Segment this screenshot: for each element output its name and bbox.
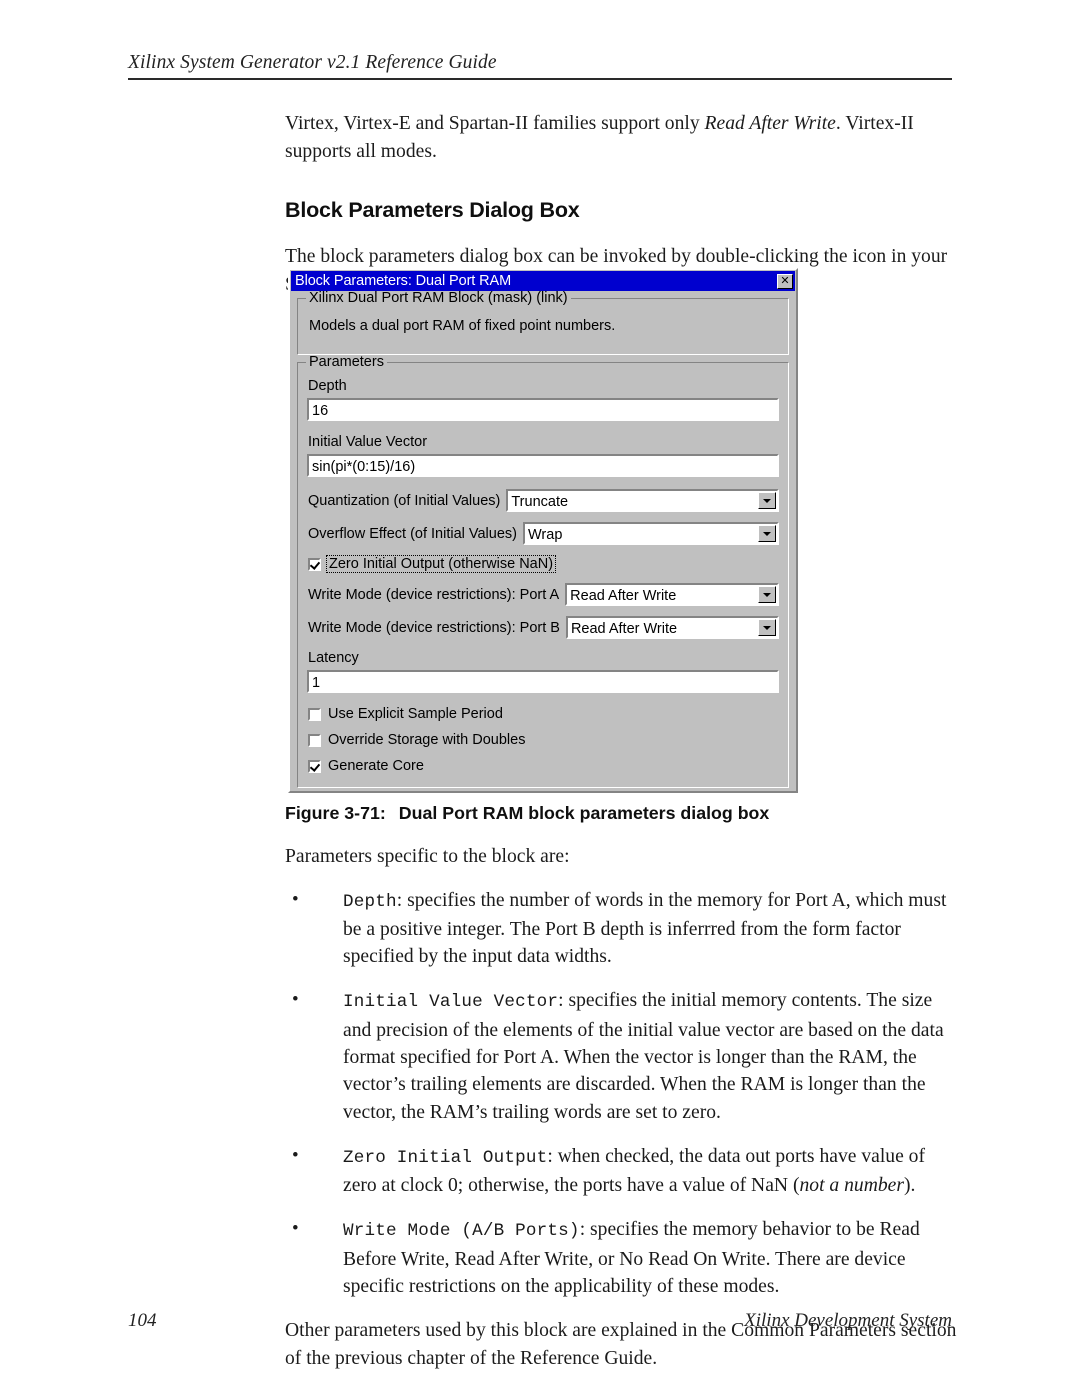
latency-input[interactable]: 1 — [307, 670, 779, 693]
header-rule — [128, 78, 952, 80]
intro-emphasis: Read After Write — [704, 113, 836, 134]
use-explicit-sample-period-row[interactable]: Use Explicit Sample Period — [307, 706, 779, 722]
chevron-down-icon[interactable] — [758, 619, 776, 636]
overflow-label: Overflow Effect (of Initial Values) — [308, 525, 517, 542]
quantization-value: Truncate — [511, 494, 569, 510]
write-mode-port-b-row: Write Mode (device restrictions): Port B… — [307, 616, 779, 639]
bullet-icon: • — [292, 888, 299, 910]
use-explicit-sample-period-label: Use Explicit Sample Period — [328, 706, 503, 722]
zero-initial-output-checkbox[interactable] — [308, 557, 321, 571]
depth-label: Depth — [308, 378, 347, 394]
overflow-row: Overflow Effect (of Initial Values) Wrap — [307, 522, 779, 545]
mask-description-text: Models a dual port RAM of fixed point nu… — [309, 318, 616, 334]
use-explicit-sample-period-checkbox[interactable] — [308, 707, 321, 721]
override-storage-with-doubles-label: Override Storage with Doubles — [328, 732, 526, 748]
quantization-label: Quantization (of Initial Values) — [308, 492, 501, 509]
parameter-list: • Depth: specifies the number of words i… — [285, 887, 957, 1301]
page-number: 104 — [128, 1310, 157, 1331]
list-item: • Initial Value Vector: specifies the in… — [285, 987, 957, 1125]
parameters-group-legend: Parameters — [306, 355, 387, 370]
running-header-title: Xilinx System Generator v2.1 Reference G… — [128, 52, 497, 73]
overflow-value: Wrap — [528, 527, 563, 543]
footer-system-name: Xilinx Development System — [744, 1310, 952, 1331]
bullet-icon: • — [292, 1144, 299, 1166]
generate-core-label: Generate Core — [328, 758, 424, 774]
initial-value-vector-label: Initial Value Vector — [308, 434, 428, 450]
list-item-code: Zero Initial Output — [343, 1147, 548, 1168]
overflow-select[interactable]: Wrap — [523, 522, 779, 545]
figure-caption: Figure 3-71: Dual Port RAM block paramete… — [285, 803, 957, 824]
zero-initial-output-label: Zero Initial Output (otherwise NaN) — [326, 555, 557, 573]
figure-number: Figure 3-71: — [285, 803, 386, 823]
zero-initial-output-row[interactable]: Zero Initial Output (otherwise NaN) — [307, 555, 779, 573]
write-mode-port-a-value: Read After Write — [570, 588, 677, 604]
figure-and-list-block: Figure 3-71: Dual Port RAM block paramete… — [285, 803, 957, 1372]
write-mode-port-b-label: Write Mode (device restrictions): Port B — [308, 619, 560, 636]
write-mode-port-b-value: Read After Write — [570, 621, 678, 637]
list-item-code: Depth — [343, 891, 397, 912]
close-icon[interactable]: ✕ — [777, 273, 793, 289]
mask-group-legend: Xilinx Dual Port RAM Block (mask) (link) — [306, 291, 571, 306]
figure-title: Dual Port RAM block parameters dialog bo… — [398, 803, 770, 823]
override-storage-with-doubles-checkbox[interactable] — [308, 733, 321, 747]
list-item: • Write Mode (A/B Ports): specifies the … — [285, 1216, 957, 1300]
list-item-code: Initial Value Vector — [343, 992, 559, 1013]
dialog-titlebar: Block Parameters: Dual Port RAM ✕ — [291, 271, 795, 291]
latency-label: Latency — [308, 650, 359, 666]
dialog-title: Block Parameters: Dual Port RAM — [295, 273, 512, 289]
list-item-emphasis: not a number — [799, 1175, 904, 1197]
page-title: Block Parameters Dialog Box — [285, 198, 580, 222]
list-item-code: Write Mode (A/B Ports) — [343, 1221, 580, 1242]
chevron-down-icon[interactable] — [758, 492, 776, 509]
generate-core-checkbox[interactable] — [308, 759, 321, 773]
list-item: • Depth: specifies the number of words i… — [285, 887, 957, 971]
quantization-select[interactable]: Truncate — [506, 489, 779, 512]
intro-paragraph: Virtex, Virtex-E and Spartan-II families… — [285, 110, 957, 165]
page-running-header: Xilinx System Generator v2.1 Reference G… — [128, 52, 952, 80]
initial-value-vector-input[interactable]: sin(pi*(0:15)/16) — [307, 454, 779, 477]
depth-input[interactable]: 16 — [307, 398, 779, 421]
list-intro-paragraph: Parameters specific to the block are: — [285, 846, 570, 867]
page-footer: 104 Xilinx Development System — [128, 1310, 952, 1332]
chevron-down-icon[interactable] — [758, 586, 776, 603]
generate-core-row[interactable]: Generate Core — [307, 758, 779, 774]
quantization-row: Quantization (of Initial Values) Truncat… — [307, 489, 779, 512]
mask-description-group: Xilinx Dual Port RAM Block (mask) (link)… — [297, 291, 789, 355]
bullet-icon: • — [292, 989, 299, 1011]
block-parameters-dialog: Block Parameters: Dual Port RAM ✕ Xilinx… — [288, 268, 798, 793]
list-item-text: : specifies the number of words in the m… — [343, 889, 947, 968]
bullet-icon: • — [292, 1218, 299, 1240]
intro-text-a: Virtex, Virtex-E and Spartan-II families… — [285, 113, 705, 134]
write-mode-port-b-select[interactable]: Read After Write — [565, 616, 779, 639]
write-mode-port-a-select[interactable]: Read After Write — [565, 583, 779, 606]
write-mode-port-a-row: Write Mode (device restrictions): Port A… — [307, 583, 779, 606]
chevron-down-icon[interactable] — [758, 525, 776, 542]
override-storage-with-doubles-row[interactable]: Override Storage with Doubles — [307, 732, 779, 748]
list-item-text-b: ). — [903, 1175, 916, 1197]
list-item: • Zero Initial Output: when checked, the… — [285, 1143, 957, 1200]
parameters-group: Parameters Depth 16 Initial Value Vector… — [297, 355, 789, 788]
write-mode-port-a-label: Write Mode (device restrictions): Port A — [308, 586, 560, 603]
